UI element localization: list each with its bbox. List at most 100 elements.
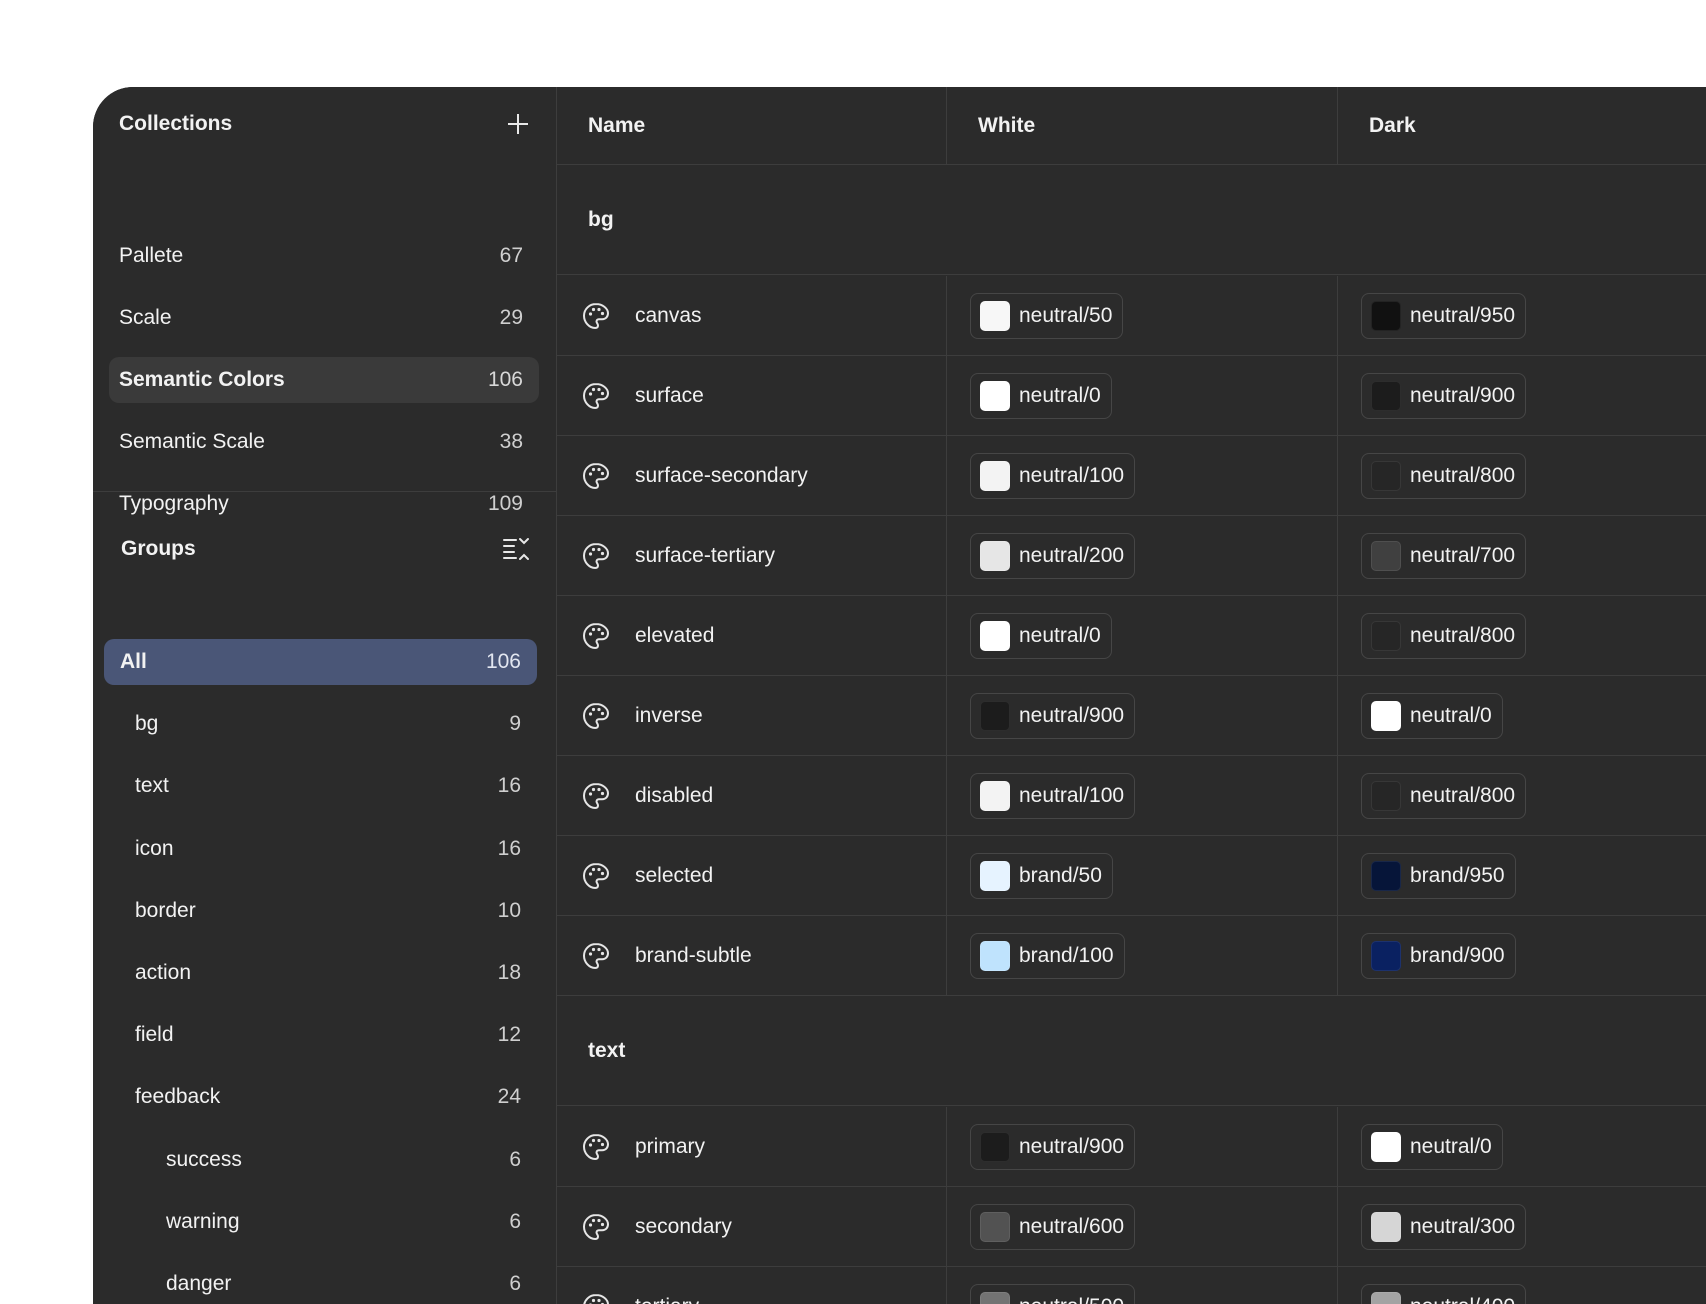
table-row[interactable]: brand-subtle brand/100 brand/900 xyxy=(557,916,1706,996)
variable-name: selected xyxy=(635,863,714,887)
white-color-chip[interactable]: neutral/200 xyxy=(970,532,1136,579)
dark-color-chip[interactable]: neutral/800 xyxy=(1361,772,1527,819)
collection-item-semantic-scale[interactable]: Semantic Scale 38 xyxy=(109,419,539,465)
group-item-danger-count: 6 xyxy=(509,1272,521,1295)
collection-item-pallete-label: Pallete xyxy=(119,244,184,267)
sidebar: Collections Pallete 67 Scale 29 Semantic Col… xyxy=(93,87,557,1304)
dark-color-chip[interactable]: neutral/0 xyxy=(1361,1123,1503,1170)
palette-icon xyxy=(581,461,611,491)
table-row[interactable]: tertiary neutral/500 neutral/400 xyxy=(557,1267,1706,1304)
group-item-feedback[interactable]: feedback 24 xyxy=(104,1074,537,1120)
group-item-all[interactable]: All 106 xyxy=(104,639,537,685)
table-row[interactable]: elevated neutral/0 neutral/800 xyxy=(557,596,1706,676)
color-swatch xyxy=(980,300,1010,331)
group-section-header: bg xyxy=(557,165,1706,275)
white-value-cell: neutral/900 xyxy=(947,1107,1338,1186)
color-swatch xyxy=(1371,620,1401,651)
dark-value-cell: neutral/0 xyxy=(1338,676,1706,755)
white-color-chip[interactable]: neutral/900 xyxy=(970,1123,1136,1170)
color-swatch xyxy=(980,540,1010,571)
color-reference: neutral/900 xyxy=(1019,1134,1125,1158)
color-swatch xyxy=(1371,1291,1401,1304)
dark-value-cell: neutral/400 xyxy=(1338,1267,1706,1304)
group-item-success[interactable]: success 6 xyxy=(104,1137,537,1183)
group-item-icon[interactable]: icon 16 xyxy=(104,826,537,872)
variable-name: brand-subtle xyxy=(635,943,752,967)
collections-header: Collections xyxy=(119,106,530,142)
table-row[interactable]: surface-tertiary neutral/200 neutral/700 xyxy=(557,516,1706,596)
group-item-text[interactable]: text 16 xyxy=(104,763,537,809)
color-swatch xyxy=(980,1131,1010,1162)
color-reference: brand/900 xyxy=(1410,943,1505,967)
group-item-border[interactable]: border 10 xyxy=(104,888,537,934)
dark-color-chip[interactable]: neutral/0 xyxy=(1361,692,1503,739)
dark-color-chip[interactable]: brand/900 xyxy=(1361,932,1516,979)
table-row[interactable]: disabled neutral/100 neutral/800 xyxy=(557,756,1706,836)
white-value-cell: neutral/200 xyxy=(947,516,1338,595)
dark-color-chip[interactable]: neutral/300 xyxy=(1361,1203,1527,1250)
color-reference: neutral/50 xyxy=(1019,303,1113,327)
variable-name: surface-secondary xyxy=(635,463,808,487)
color-swatch xyxy=(1371,780,1401,811)
white-color-chip[interactable]: neutral/50 xyxy=(970,292,1124,339)
variable-name: tertiary xyxy=(635,1295,699,1304)
variable-name-cell: primary xyxy=(557,1107,947,1186)
group-item-feedback-count: 24 xyxy=(497,1085,521,1109)
dark-value-cell: neutral/700 xyxy=(1338,516,1706,595)
dark-color-chip[interactable]: neutral/400 xyxy=(1361,1283,1527,1304)
collection-item-semantic-colors[interactable]: Semantic Colors 106 xyxy=(109,357,539,403)
group-item-field[interactable]: field 12 xyxy=(104,1012,537,1058)
group-item-border-count: 10 xyxy=(497,898,521,922)
white-color-chip[interactable]: neutral/0 xyxy=(970,372,1112,419)
dark-color-chip[interactable]: neutral/900 xyxy=(1361,372,1527,419)
add-collection-icon[interactable] xyxy=(506,112,530,136)
white-color-chip[interactable]: brand/50 xyxy=(970,852,1113,899)
white-color-chip[interactable]: neutral/900 xyxy=(970,692,1136,739)
table-row[interactable]: primary neutral/900 neutral/0 xyxy=(557,1107,1706,1187)
group-item-danger[interactable]: danger 6 xyxy=(104,1261,537,1304)
group-item-action[interactable]: action 18 xyxy=(104,950,537,996)
dark-color-chip[interactable]: brand/950 xyxy=(1361,852,1516,899)
column-header-white[interactable]: White xyxy=(947,87,1338,164)
table-row[interactable]: surface neutral/0 neutral/900 xyxy=(557,356,1706,436)
white-color-chip[interactable]: neutral/500 xyxy=(970,1283,1136,1304)
variable-name: secondary xyxy=(635,1214,732,1238)
variable-name-cell: brand-subtle xyxy=(557,916,947,995)
dark-color-chip[interactable]: neutral/950 xyxy=(1361,292,1527,339)
dark-color-chip[interactable]: neutral/800 xyxy=(1361,612,1527,659)
group-item-field-count: 12 xyxy=(497,1023,521,1047)
white-color-chip[interactable]: neutral/0 xyxy=(970,612,1112,659)
table-row[interactable]: surface-secondary neutral/100 neutral/800 xyxy=(557,436,1706,516)
collection-item-typography[interactable]: Typography 109 xyxy=(109,481,539,527)
dark-color-chip[interactable]: neutral/700 xyxy=(1361,532,1527,579)
collection-item-pallete[interactable]: Pallete 67 xyxy=(109,233,539,279)
color-swatch xyxy=(980,380,1010,411)
table-row[interactable]: selected brand/50 brand/950 xyxy=(557,836,1706,916)
group-item-warning[interactable]: warning 6 xyxy=(104,1199,537,1245)
color-swatch xyxy=(980,700,1010,731)
dark-value-cell: neutral/950 xyxy=(1338,276,1706,355)
white-color-chip[interactable]: neutral/100 xyxy=(970,772,1136,819)
table-row[interactable]: canvas neutral/50 neutral/950 xyxy=(557,276,1706,356)
color-swatch xyxy=(980,1291,1010,1304)
white-color-chip[interactable]: neutral/100 xyxy=(970,452,1136,499)
palette-icon xyxy=(581,781,611,811)
color-reference: neutral/700 xyxy=(1410,543,1516,567)
table-row[interactable]: secondary neutral/600 neutral/300 xyxy=(557,1187,1706,1267)
column-header-dark[interactable]: Dark xyxy=(1338,87,1706,164)
table-row[interactable]: inverse neutral/900 neutral/0 xyxy=(557,676,1706,756)
group-item-bg[interactable]: bg 9 xyxy=(104,701,537,747)
group-item-success-count: 6 xyxy=(509,1147,521,1171)
white-color-chip[interactable]: neutral/600 xyxy=(970,1203,1136,1250)
collection-item-scale[interactable]: Scale 29 xyxy=(109,295,539,341)
palette-icon xyxy=(581,941,611,971)
dark-value-cell: brand/950 xyxy=(1338,836,1706,915)
dark-color-chip[interactable]: neutral/800 xyxy=(1361,452,1527,499)
white-color-chip[interactable]: brand/100 xyxy=(970,932,1125,979)
group-item-all-count: 106 xyxy=(485,650,521,673)
dark-value-cell: neutral/800 xyxy=(1338,436,1706,515)
column-header-name[interactable]: Name xyxy=(557,87,947,164)
color-swatch xyxy=(1371,1131,1401,1162)
collapse-groups-icon[interactable] xyxy=(502,535,530,563)
palette-icon xyxy=(581,301,611,331)
